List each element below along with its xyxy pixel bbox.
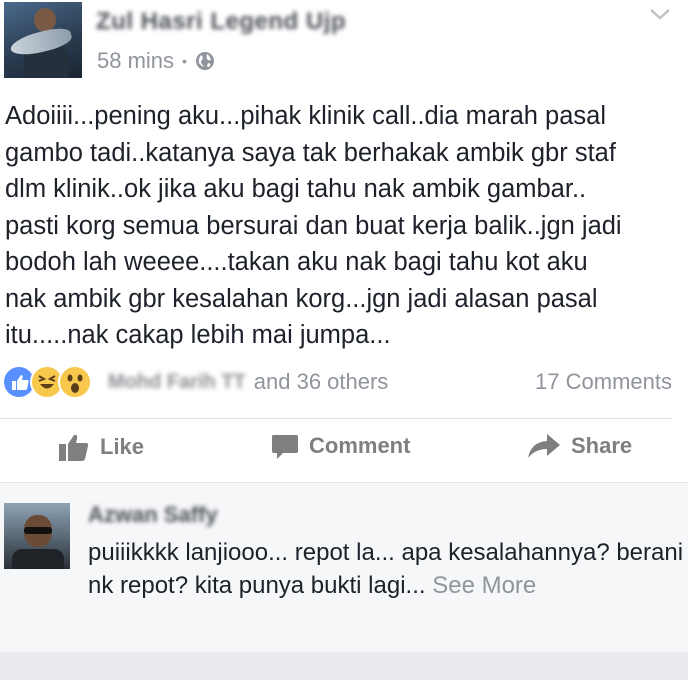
post-card: Zul Hasri Legend Ujp 58 mins • Adoiiii..… xyxy=(0,0,688,482)
comment-icon xyxy=(272,435,298,459)
comment-button[interactable]: Comment xyxy=(271,432,410,460)
like-label: Like xyxy=(100,434,145,459)
poster-name[interactable]: Zul Hasri Legend Ujp xyxy=(96,8,346,36)
like-button[interactable]: Like xyxy=(58,432,144,462)
comments-count[interactable]: 17 Comments xyxy=(535,369,672,395)
reactors-others[interactable]: and 36 others xyxy=(254,369,389,395)
divider xyxy=(0,418,672,419)
reactor-name[interactable]: Mohd Farih TT xyxy=(108,371,246,394)
chevron-down-icon[interactable] xyxy=(648,4,672,24)
reaction-icons[interactable] xyxy=(2,364,92,400)
commenter-avatar[interactable] xyxy=(4,503,70,569)
comment-body: puiiikkkk lanjiooo... repot la... apa ke… xyxy=(88,539,684,599)
post-text: Adoiiii...pening aku...pihak klinik call… xyxy=(5,102,622,349)
bottom-strip xyxy=(0,652,688,680)
post-timestamp[interactable]: 58 mins xyxy=(97,48,174,74)
share-icon xyxy=(528,434,560,458)
thumbs-up-icon xyxy=(59,434,89,461)
meta-separator: • xyxy=(182,53,187,69)
comment-text: puiiikkkk lanjiooo... repot la... apa ke… xyxy=(88,536,684,602)
commenter-name[interactable]: Azwan Saffy xyxy=(88,502,218,528)
globe-icon xyxy=(195,52,214,70)
share-label: Share xyxy=(571,433,633,458)
share-button[interactable]: Share xyxy=(527,432,632,460)
comment-label: Comment xyxy=(309,433,411,458)
see-more-link[interactable]: See More xyxy=(432,572,536,599)
wow-reaction-icon xyxy=(58,365,92,399)
poster-avatar[interactable] xyxy=(4,2,82,78)
reactors-summary[interactable]: Mohd Farih TT and 36 others xyxy=(108,369,388,395)
post-meta: 58 mins • xyxy=(97,48,215,74)
